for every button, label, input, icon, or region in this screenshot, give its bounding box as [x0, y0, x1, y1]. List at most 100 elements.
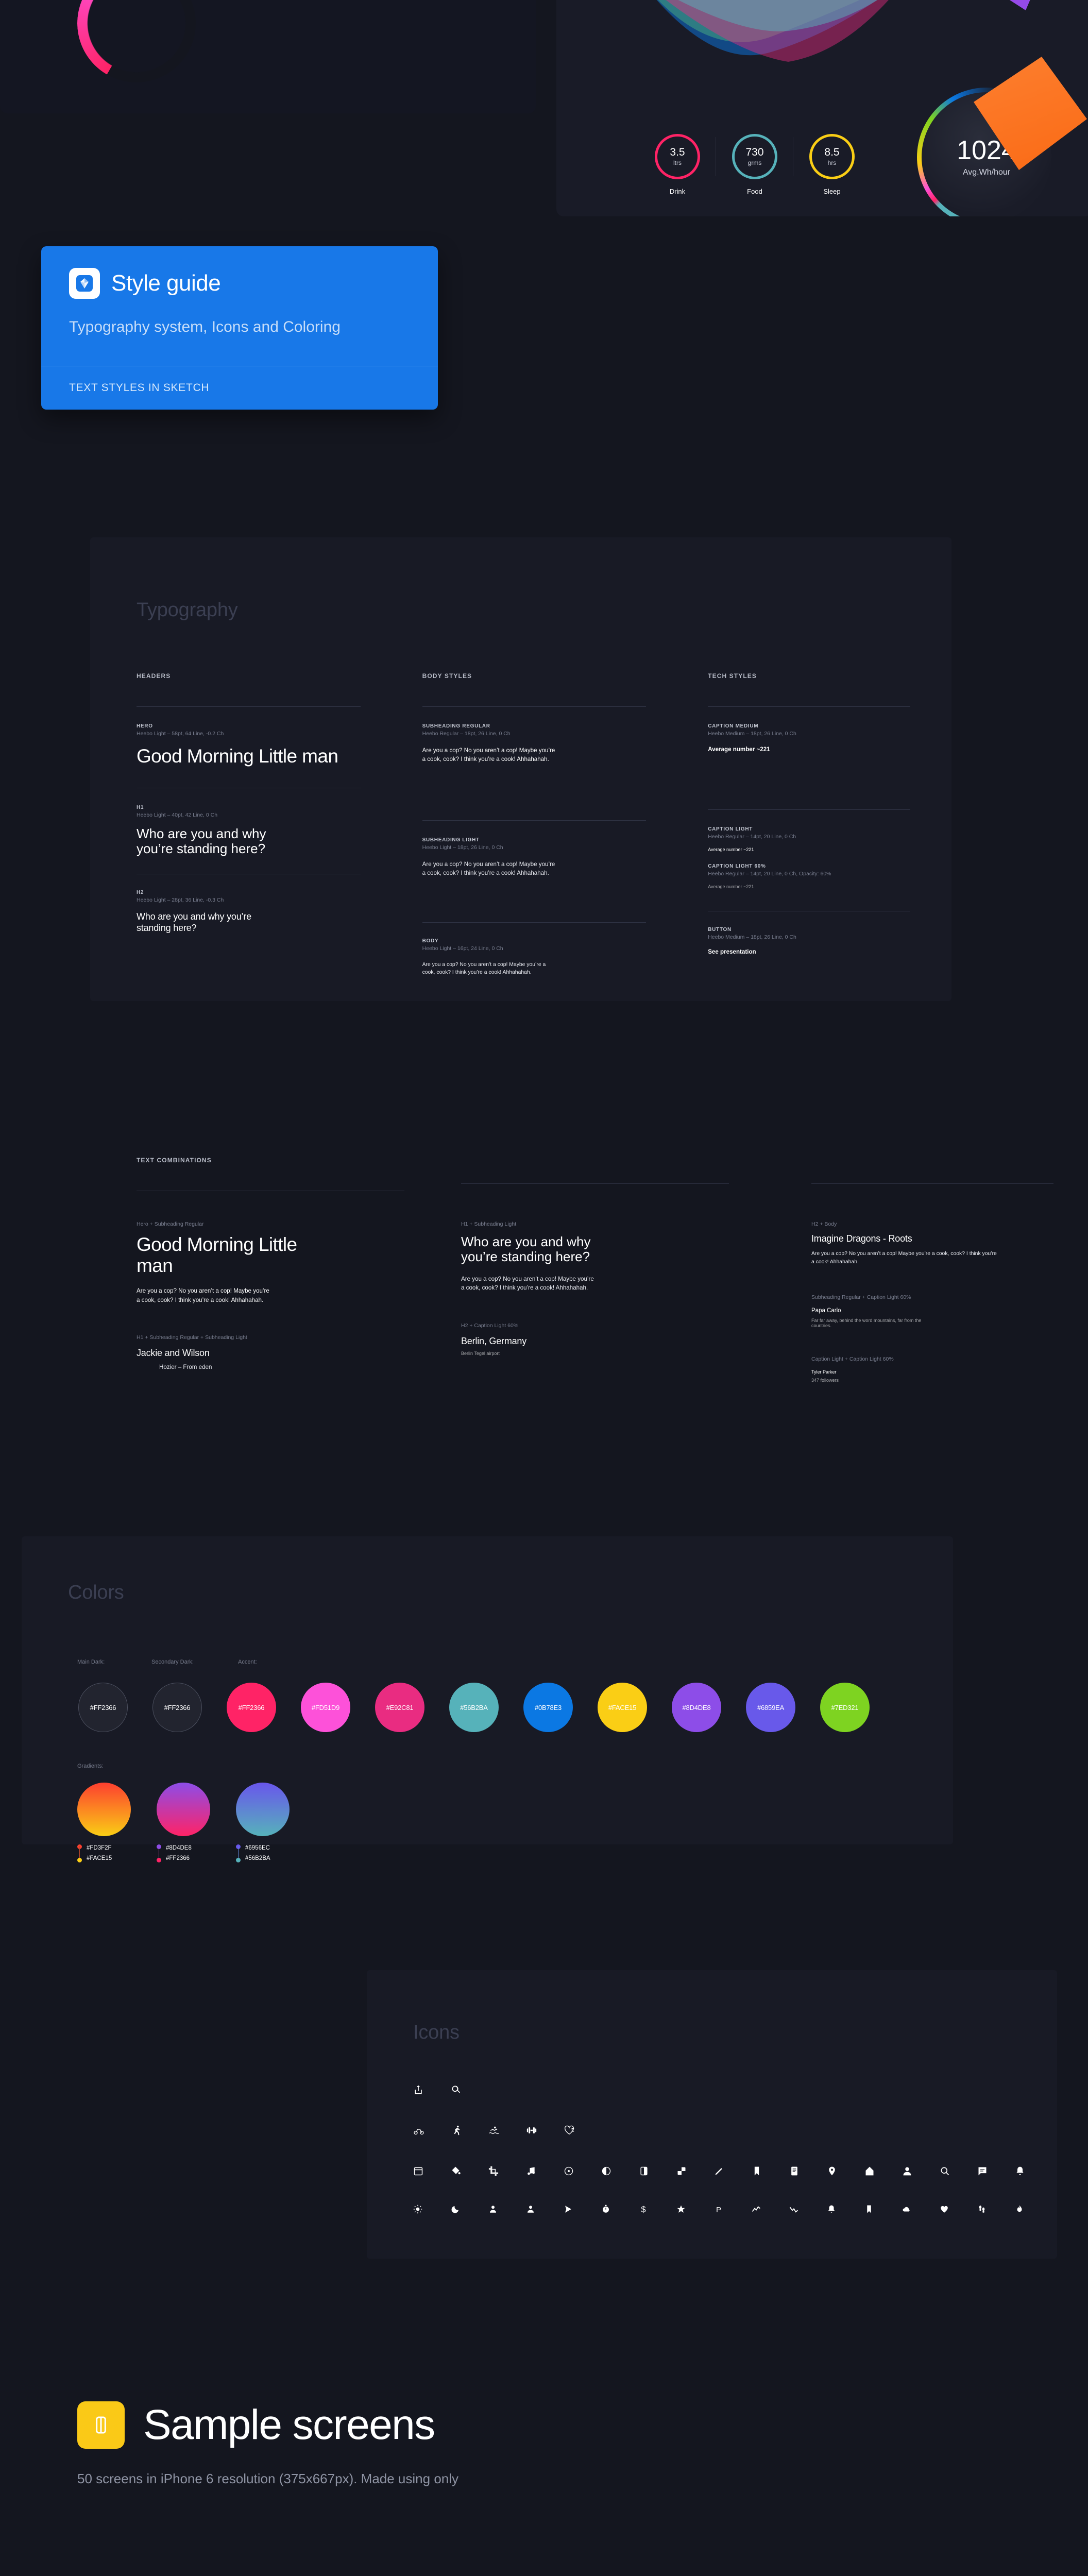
swatch-accent[interactable]: #56B2BA — [449, 1683, 499, 1732]
spec-name: CAPTION LIGHT — [708, 826, 753, 832]
bell-icon[interactable] — [1015, 2166, 1052, 2176]
brightness-icon[interactable] — [601, 2166, 639, 2176]
style-guide-card-body: Style guide Typography system, Icons and… — [41, 246, 438, 366]
spec-sample: Are you a cop? No you aren’t a cop! Mayb… — [422, 747, 555, 763]
divider — [422, 922, 647, 923]
document-icon[interactable] — [789, 2166, 827, 2176]
swatch-accent[interactable]: #0B78E3 — [523, 1683, 573, 1732]
pen-icon[interactable] — [714, 2166, 752, 2176]
gradient-item[interactable]: #8D4DE8 #FF2366 — [157, 1783, 210, 1864]
send-icon[interactable] — [564, 2205, 601, 2214]
spec-sample: Who are you and why you’re standing here… — [137, 825, 266, 856]
bookmark-icon[interactable] — [752, 2166, 789, 2176]
person-icon[interactable] — [488, 2205, 526, 2214]
calendar-icon[interactable] — [413, 2166, 451, 2176]
paint-bucket-icon[interactable] — [451, 2166, 488, 2176]
trend-up-icon[interactable] — [752, 2205, 789, 2214]
running-icon[interactable] — [451, 2125, 488, 2136]
spec-sample: Are you a cop? No you aren’t a cop! Mayb… — [422, 861, 555, 877]
bicycle-icon[interactable] — [413, 2125, 451, 2136]
swatch-secondary-dark[interactable]: #FF2366 — [152, 1683, 202, 1732]
flame-icon[interactable] — [1015, 2205, 1052, 2214]
divider — [811, 1183, 1053, 1184]
typography-column-body: BODY STYLES SUBHEADING REGULAR Heebo Reg… — [422, 672, 647, 977]
record-icon[interactable] — [564, 2166, 601, 2176]
combination-label: Subheading Regular + Caption Light 60% — [811, 1294, 911, 1300]
combination-heading: Berlin, Germany — [461, 1335, 527, 1346]
parking-icon[interactable]: P — [714, 2205, 752, 2214]
footsteps-icon[interactable] — [977, 2205, 1015, 2214]
swatch-accent[interactable]: #FF2366 — [227, 1683, 276, 1732]
mini-stat: 8.5 hrs Sleep — [793, 134, 871, 195]
gradients-label: Gradients: — [77, 1763, 104, 1769]
swatch-main-dark[interactable]: #FF2366 — [78, 1683, 128, 1732]
heart-pulse-icon[interactable] — [564, 2125, 601, 2136]
type-spec: BODY Heebo Light – 16pt, 24 Line, 0 Ch A… — [422, 938, 647, 977]
spec-meta: Heebo Light – 58pt, 64 Line, -0.2 Ch — [137, 731, 224, 737]
swatch-accent[interactable]: #FACE15 — [598, 1683, 647, 1732]
chat-icon[interactable] — [977, 2166, 1015, 2176]
contrast-icon[interactable] — [639, 2166, 676, 2176]
home-icon[interactable] — [864, 2166, 902, 2176]
gradient-item[interactable]: #6956EC #56B2BA — [236, 1783, 290, 1864]
swatch-accent[interactable]: #7ED321 — [820, 1683, 870, 1732]
bookmark-icon[interactable] — [864, 2205, 902, 2214]
icon-row — [413, 2125, 601, 2136]
star-icon[interactable] — [676, 2205, 714, 2214]
swatch-accent[interactable]: #E92C81 — [375, 1683, 424, 1732]
gradient-stop-bar — [77, 1843, 82, 1864]
combination-heading: Jackie and Wilson — [137, 1347, 210, 1358]
map-pin-icon[interactable] — [827, 2166, 864, 2176]
sun-icon[interactable] — [413, 2205, 451, 2214]
heart-icon[interactable] — [940, 2205, 977, 2214]
text-combinations-section: TEXT COMBINATIONS — [137, 1157, 940, 1191]
column-title: TECH STYLES — [708, 672, 757, 680]
search-icon[interactable] — [940, 2166, 977, 2176]
cloud-icon[interactable] — [902, 2205, 940, 2214]
icons-panel-title: Icons — [413, 2022, 460, 2043]
spec-sample: Are you a cop? No you aren’t a cop! Mayb… — [422, 961, 546, 976]
gradient-stop-bar — [157, 1843, 161, 1864]
gradient-swatch[interactable] — [157, 1783, 210, 1836]
type-spec: H1 Heebo Light – 40pt, 42 Line, 0 Ch Who… — [137, 805, 361, 856]
mini-stat-label: Drink — [669, 188, 686, 195]
mini-stat-unit: ltrs — [673, 159, 682, 166]
person-icon[interactable] — [902, 2166, 940, 2176]
trend-down-icon[interactable] — [789, 2205, 827, 2214]
person-alert-icon[interactable] — [526, 2205, 564, 2214]
search-icon[interactable] — [451, 2084, 488, 2095]
style-guide-card[interactable]: Style guide Typography system, Icons and… — [41, 246, 438, 410]
share-icon[interactable] — [413, 2084, 451, 2095]
combination-label: H2 + Body — [811, 1221, 837, 1227]
decorative-shape-purple — [943, 0, 1061, 10]
bell-icon[interactable] — [827, 2205, 864, 2214]
swatch-accent[interactable]: #8D4DE8 — [672, 1683, 721, 1732]
text-styles-in-sketch-button[interactable]: TEXT STYLES IN SKETCH — [41, 366, 438, 410]
typography-column-headers: HEADERS HERO Heebo Light – 58pt, 64 Line… — [137, 672, 361, 977]
swatch-accent[interactable]: #FD51D9 — [301, 1683, 350, 1732]
spec-sample: Who are you and why you’re standing here… — [137, 911, 251, 933]
crop-icon[interactable] — [488, 2166, 526, 2176]
spec-name: CAPTION LIGHT 60% — [708, 863, 766, 869]
dollar-icon[interactable]: $ — [639, 2205, 676, 2214]
swatch-row: #FF2366 #FF2366 #FF2366 #FD51D9 #E92C81 … — [78, 1683, 870, 1732]
style-guide-subtitle: Typography system, Icons and Coloring — [69, 318, 341, 335]
swimming-icon[interactable] — [488, 2125, 526, 2136]
gradient-swatch[interactable] — [236, 1783, 290, 1836]
gradient-hex-from: #6956EC — [245, 1845, 270, 1851]
type-spec: BUTTON Heebo Medium – 18pt, 26 Line, 0 C… — [708, 927, 910, 955]
text-combinations-title: TEXT COMBINATIONS — [137, 1157, 212, 1164]
dumbbell-icon[interactable] — [526, 2125, 564, 2136]
spec-name: CAPTION MEDIUM — [708, 723, 759, 729]
gradient-swatch[interactable] — [77, 1783, 131, 1836]
gradient-item[interactable]: #FD3F2F #FACE15 — [77, 1783, 131, 1864]
stopwatch-icon[interactable] — [601, 2205, 639, 2214]
colors-panel-title: Colors — [68, 1582, 124, 1603]
divider — [461, 1183, 729, 1184]
gradient-stop-dot — [236, 1858, 241, 1862]
checkerboard-icon[interactable] — [676, 2166, 714, 2176]
swatch-accent[interactable]: #6859EA — [746, 1683, 795, 1732]
moon-icon[interactable] — [451, 2205, 488, 2214]
spec-name: H1 — [137, 804, 144, 810]
music-note-icon[interactable] — [526, 2166, 564, 2176]
